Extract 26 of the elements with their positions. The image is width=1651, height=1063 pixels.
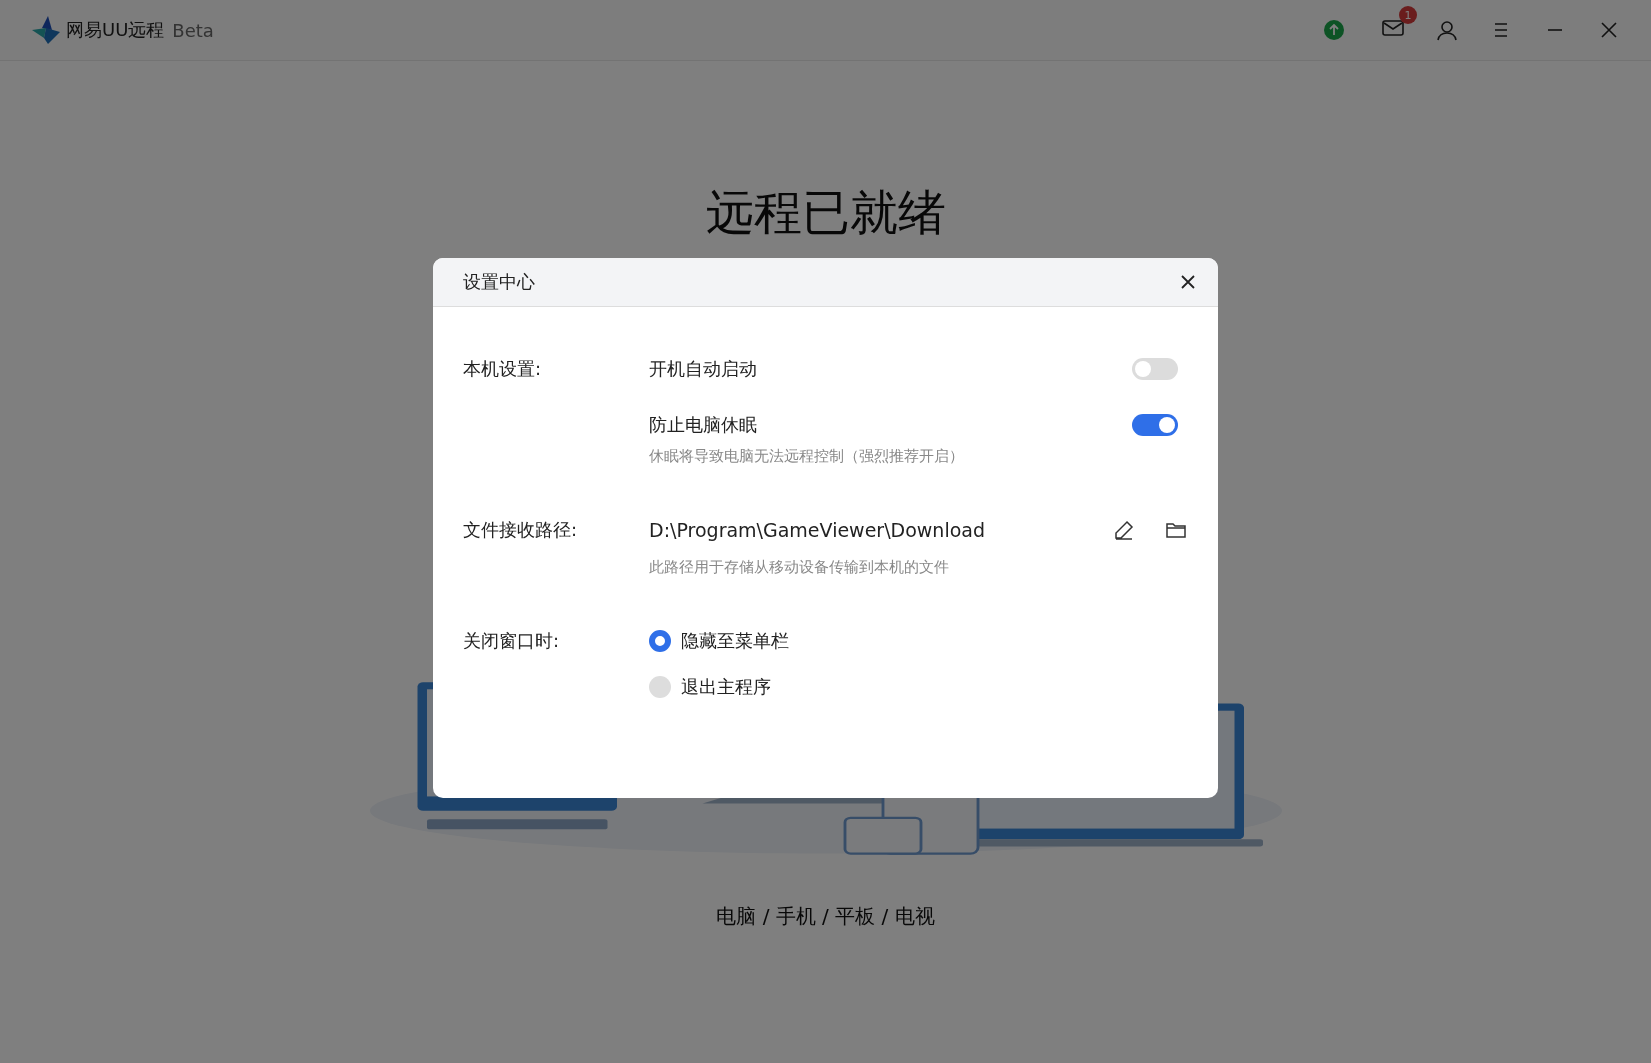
logo-icon xyxy=(30,14,62,46)
option-description: 休眠将导致电脑无法远程控制（强烈推荐开启） xyxy=(649,447,965,466)
toggle-switch[interactable] xyxy=(1132,414,1178,436)
beta-label: Beta xyxy=(172,19,214,41)
status-heading: 远程已就绪 xyxy=(705,183,946,242)
dialog-title: 设置中心 xyxy=(463,270,535,294)
path-value: D:\Program\GameViewer\Download xyxy=(649,519,985,541)
user-icon[interactable] xyxy=(1435,18,1459,42)
notification-badge: 1 xyxy=(1399,6,1417,24)
radio-option[interactable]: 退出主程序 xyxy=(649,673,1188,701)
app-name: 网易UU远程 xyxy=(66,18,165,42)
radio-button[interactable] xyxy=(649,630,671,652)
device-caption: 电脑 / 手机 / 平板 / 电视 xyxy=(716,903,935,930)
radio-label: 退出主程序 xyxy=(681,675,771,699)
setting-label: 文件接收路径: xyxy=(463,518,579,542)
toggle-switch[interactable] xyxy=(1132,358,1178,380)
setting-label: 关闭窗口时: xyxy=(463,629,561,653)
option-label: 开机自动启动 xyxy=(649,357,757,381)
path-description: 此路径用于存储从移动设备传输到本机的文件 xyxy=(649,558,950,577)
upload-icon[interactable] xyxy=(1323,19,1345,41)
radio-option[interactable]: 隐藏至菜单栏 xyxy=(649,627,1188,655)
radio-label: 隐藏至菜单栏 xyxy=(681,629,789,653)
radio-button[interactable] xyxy=(649,676,671,698)
option-label: 防止电脑休眠 xyxy=(649,413,757,437)
setting-label: 本机设置: xyxy=(463,357,543,381)
edit-icon[interactable] xyxy=(1112,518,1136,542)
